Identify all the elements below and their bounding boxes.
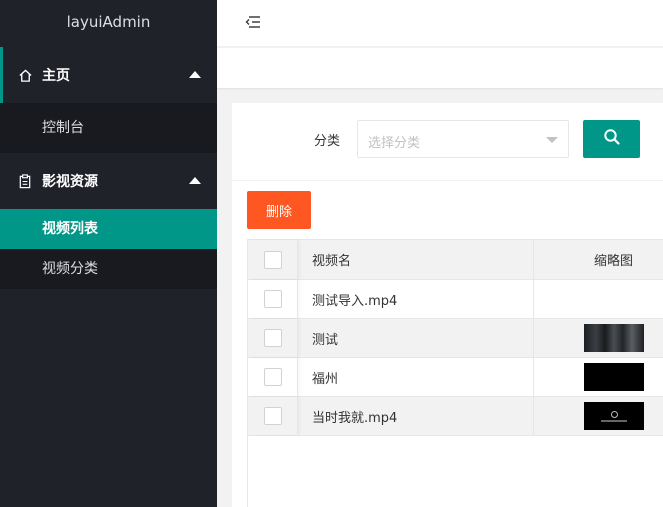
nav-group-home: 主页 控制台 (0, 47, 217, 153)
thumbnail-cell (534, 319, 663, 357)
nav-item-media-label: 影视资源 (42, 174, 98, 190)
category-select-placeholder: 选择分类 (368, 136, 421, 151)
top-header (217, 0, 663, 47)
sidebar-item-video-category[interactable]: 视频分类 (0, 249, 217, 289)
table-row: 当时我就.mp4 (248, 397, 663, 436)
row-checkbox[interactable] (263, 407, 282, 425)
column-header-name: 视频名 (298, 240, 534, 279)
video-table: 视频名 缩略图 测试导入.mp4 测试 福州 当时我就.mp4 (247, 239, 663, 507)
video-name-cell: 当时我就.mp4 (298, 397, 534, 435)
chevron-down-icon (546, 137, 558, 143)
nav-item-home[interactable]: 主页 (0, 47, 217, 103)
sidebar-item-dashboard[interactable]: 控制台 (0, 103, 217, 153)
app-logo[interactable]: layuiAdmin (0, 0, 217, 47)
row-checkbox[interactable] (263, 290, 282, 308)
search-icon (603, 128, 621, 150)
page-tabs-bar (217, 48, 663, 88)
sidebar-item-video-list[interactable]: 视频列表 (0, 209, 217, 249)
table-row: 测试导入.mp4 (248, 280, 663, 319)
caret-up-icon (189, 71, 201, 78)
delete-button[interactable]: 删除 (247, 191, 311, 229)
header-check-cell (248, 240, 298, 279)
clipboard-icon (17, 173, 33, 189)
search-button[interactable] (583, 120, 640, 158)
category-select[interactable]: 选择分类 (357, 120, 569, 158)
table-row: 测试 (248, 319, 663, 358)
filter-form: 分类 选择分类 (232, 103, 663, 181)
video-thumbnail[interactable] (584, 363, 644, 391)
nav-sub-media: 视频列表 视频分类 (0, 209, 217, 289)
video-name-cell: 测试 (298, 319, 534, 357)
row-check-cell (248, 319, 298, 357)
logo-mark (610, 410, 618, 418)
video-thumbnail[interactable] (584, 324, 644, 352)
video-name-cell: 福州 (298, 358, 534, 396)
category-label: 分类 (314, 134, 341, 149)
caret-up-icon (189, 177, 201, 184)
nav-sub-home: 控制台 (0, 103, 217, 153)
thumbnail-cell (534, 397, 663, 435)
video-name-cell: 测试导入.mp4 (298, 280, 534, 318)
table-header-row: 视频名 缩略图 (248, 240, 663, 280)
thumbnail-cell (534, 280, 663, 318)
row-checkbox[interactable] (263, 368, 282, 386)
row-check-cell (248, 280, 298, 318)
thumbnail-cell (534, 358, 663, 396)
row-checkbox[interactable] (263, 329, 282, 347)
menu-fold-icon[interactable] (245, 15, 263, 31)
nav-group-media: 影视资源 视频列表 视频分类 (0, 153, 217, 289)
video-thumbnail[interactable] (584, 402, 644, 430)
nav-item-media[interactable]: 影视资源 (0, 153, 217, 209)
home-icon (17, 67, 33, 83)
nav-item-home-label: 主页 (42, 68, 70, 84)
content-card: 分类 选择分类 删除 视频名 缩略图 测试导入.mp4 测试 福州 当时我就.m… (232, 103, 663, 507)
row-check-cell (248, 358, 298, 396)
logo-text-mark (601, 419, 627, 422)
table-row: 福州 (248, 358, 663, 397)
column-header-thumb: 缩略图 (594, 254, 634, 269)
sidebar: layuiAdmin 主页 控制台 影视资源 视频列表 视频分类 (0, 0, 217, 507)
row-check-cell (248, 397, 298, 435)
select-all-checkbox[interactable] (263, 250, 282, 269)
